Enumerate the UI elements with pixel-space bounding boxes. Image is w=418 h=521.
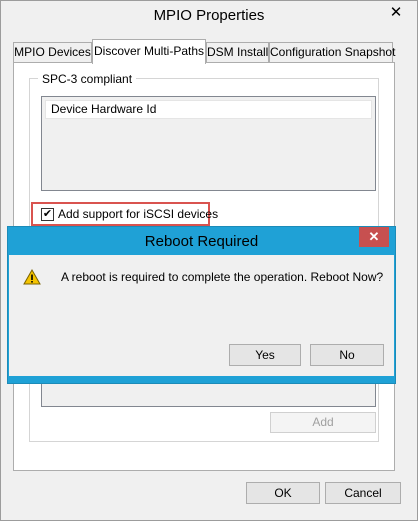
reboot-dialog-title: Reboot Required [144,233,259,250]
tab-dsm-install[interactable]: DSM Install [206,42,269,63]
iscsi-support-highlight: ✔ Add support for iSCSI devices [31,202,218,226]
reboot-dialog-body: A reboot is required to complete the ope… [9,255,394,376]
window-close-button[interactable]: ✕ [383,3,409,23]
reboot-required-dialog: Reboot Required ✕ A reboot is required t… [7,226,396,384]
no-button[interactable]: No [310,344,384,366]
window-titlebar[interactable]: MPIO Properties ✕ [1,1,417,31]
tab-strip: MPIO Devices Discover Multi-Paths DSM In… [13,39,395,64]
iscsi-support-checkbox[interactable]: ✔ [41,208,54,221]
iscsi-support-label[interactable]: Add support for iSCSI devices [58,207,218,221]
tab-mpio-devices[interactable]: MPIO Devices [13,42,92,63]
device-hardware-id-column-header[interactable]: Device Hardware Id [45,100,372,119]
window-title: MPIO Properties [153,7,265,24]
spc3-group-label: SPC-3 compliant [38,72,137,86]
tab-configuration-snapshot[interactable]: Configuration Snapshot [269,42,395,63]
ok-button[interactable]: OK [246,482,320,504]
cancel-button[interactable]: Cancel [325,482,401,504]
reboot-message: A reboot is required to complete the ope… [61,270,384,284]
tab-discover-multi-paths[interactable]: Discover Multi-Paths [92,39,206,64]
reboot-dialog-close-button[interactable]: ✕ [359,227,389,247]
spc3-device-list[interactable]: Device Hardware Id [41,96,376,191]
warning-icon [23,269,41,285]
add-button[interactable]: Add [270,412,376,433]
reboot-dialog-titlebar[interactable]: Reboot Required ✕ [8,227,395,255]
yes-button[interactable]: Yes [229,344,301,366]
